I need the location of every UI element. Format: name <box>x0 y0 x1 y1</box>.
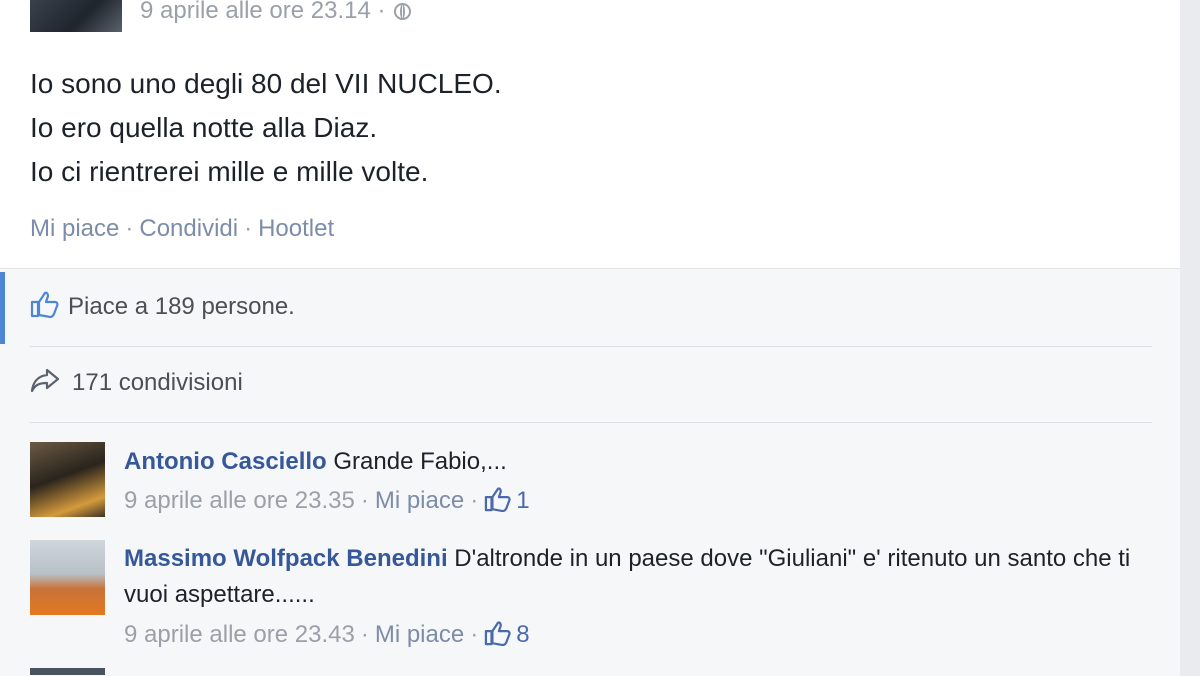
meta-separator: · <box>360 621 369 648</box>
comment-like-link[interactable]: Mi piace <box>375 487 464 514</box>
post-text: Io sono uno degli 80 del VII NUCLEO. Io … <box>30 62 1130 194</box>
comment-reaction-count[interactable]: 8 <box>516 621 529 648</box>
comment-text: Grande Fabio,... <box>333 448 507 475</box>
comment-meta: 9 aprile alle ore 23.35 · Mi piace · 1 <box>124 486 530 515</box>
post-timestamp[interactable]: 9 aprile alle ore 23.14 <box>140 0 371 24</box>
likes-suffix: persone. <box>201 293 295 320</box>
post-text-line: Io sono uno degli 80 del VII NUCLEO. <box>30 68 502 99</box>
comment-reaction-count[interactable]: 1 <box>516 487 529 514</box>
meta-separator: · <box>360 487 369 514</box>
share-link[interactable]: Condividi <box>139 215 238 242</box>
comment-body: Antonio Casciello Grande Fabio,... <box>124 444 1144 480</box>
action-separator: · <box>244 215 253 242</box>
post-text-line: Io ero quella notte alla Diaz. <box>30 112 378 143</box>
commenter-avatar[interactable] <box>30 540 105 615</box>
comment-author[interactable]: Massimo Wolfpack Benedini <box>124 545 448 572</box>
like-link[interactable]: Mi piace <box>30 215 119 242</box>
comment-meta: 9 aprile alle ore 23.43 · Mi piace · 8 <box>124 620 530 649</box>
commenter-avatar[interactable] <box>30 442 105 517</box>
active-indicator <box>0 272 5 344</box>
likes-summary[interactable]: Piace a 189 persone. <box>30 290 295 321</box>
comment-body: Massimo Wolfpack Benedini D'altronde in … <box>124 541 1144 613</box>
divider <box>30 422 1152 423</box>
likes-prefix: Piace a <box>68 293 149 320</box>
shares-text: 171 condivisioni <box>72 369 243 396</box>
thumbs-up-icon <box>484 620 512 647</box>
comment-author[interactable]: Antonio Casciello <box>124 448 327 475</box>
likes-count[interactable]: 189 <box>155 293 195 320</box>
author-avatar[interactable] <box>30 0 122 32</box>
comment-timestamp[interactable]: 9 aprile alle ore 23.35 <box>124 487 355 514</box>
post-timestamp-row: 9 aprile alle ore 23.14 · <box>140 0 412 25</box>
comment-timestamp[interactable]: 9 aprile alle ore 23.43 <box>124 621 355 648</box>
post-text-line: Io ci rientrerei mille e mille volte. <box>30 156 429 187</box>
share-arrow-icon <box>30 367 60 393</box>
next-commenter-avatar[interactable] <box>30 668 105 675</box>
hootlet-link[interactable]: Hootlet <box>258 215 334 242</box>
meta-separator: · <box>470 487 479 514</box>
thumbs-up-icon <box>484 486 512 513</box>
action-separator: · <box>125 215 134 242</box>
post-card: 9 aprile alle ore 23.14 · Io sono uno de… <box>0 0 1180 268</box>
globe-icon <box>394 3 412 20</box>
post-actions: Mi piace · Condividi · Hootlet <box>30 215 334 243</box>
shares-summary[interactable]: 171 condivisioni <box>30 367 243 397</box>
divider <box>30 346 1152 347</box>
thumbs-up-icon <box>30 290 60 319</box>
meta-separator: · <box>470 621 479 648</box>
comment-like-link[interactable]: Mi piace <box>375 621 464 648</box>
timestamp-separator: · <box>377 0 386 24</box>
